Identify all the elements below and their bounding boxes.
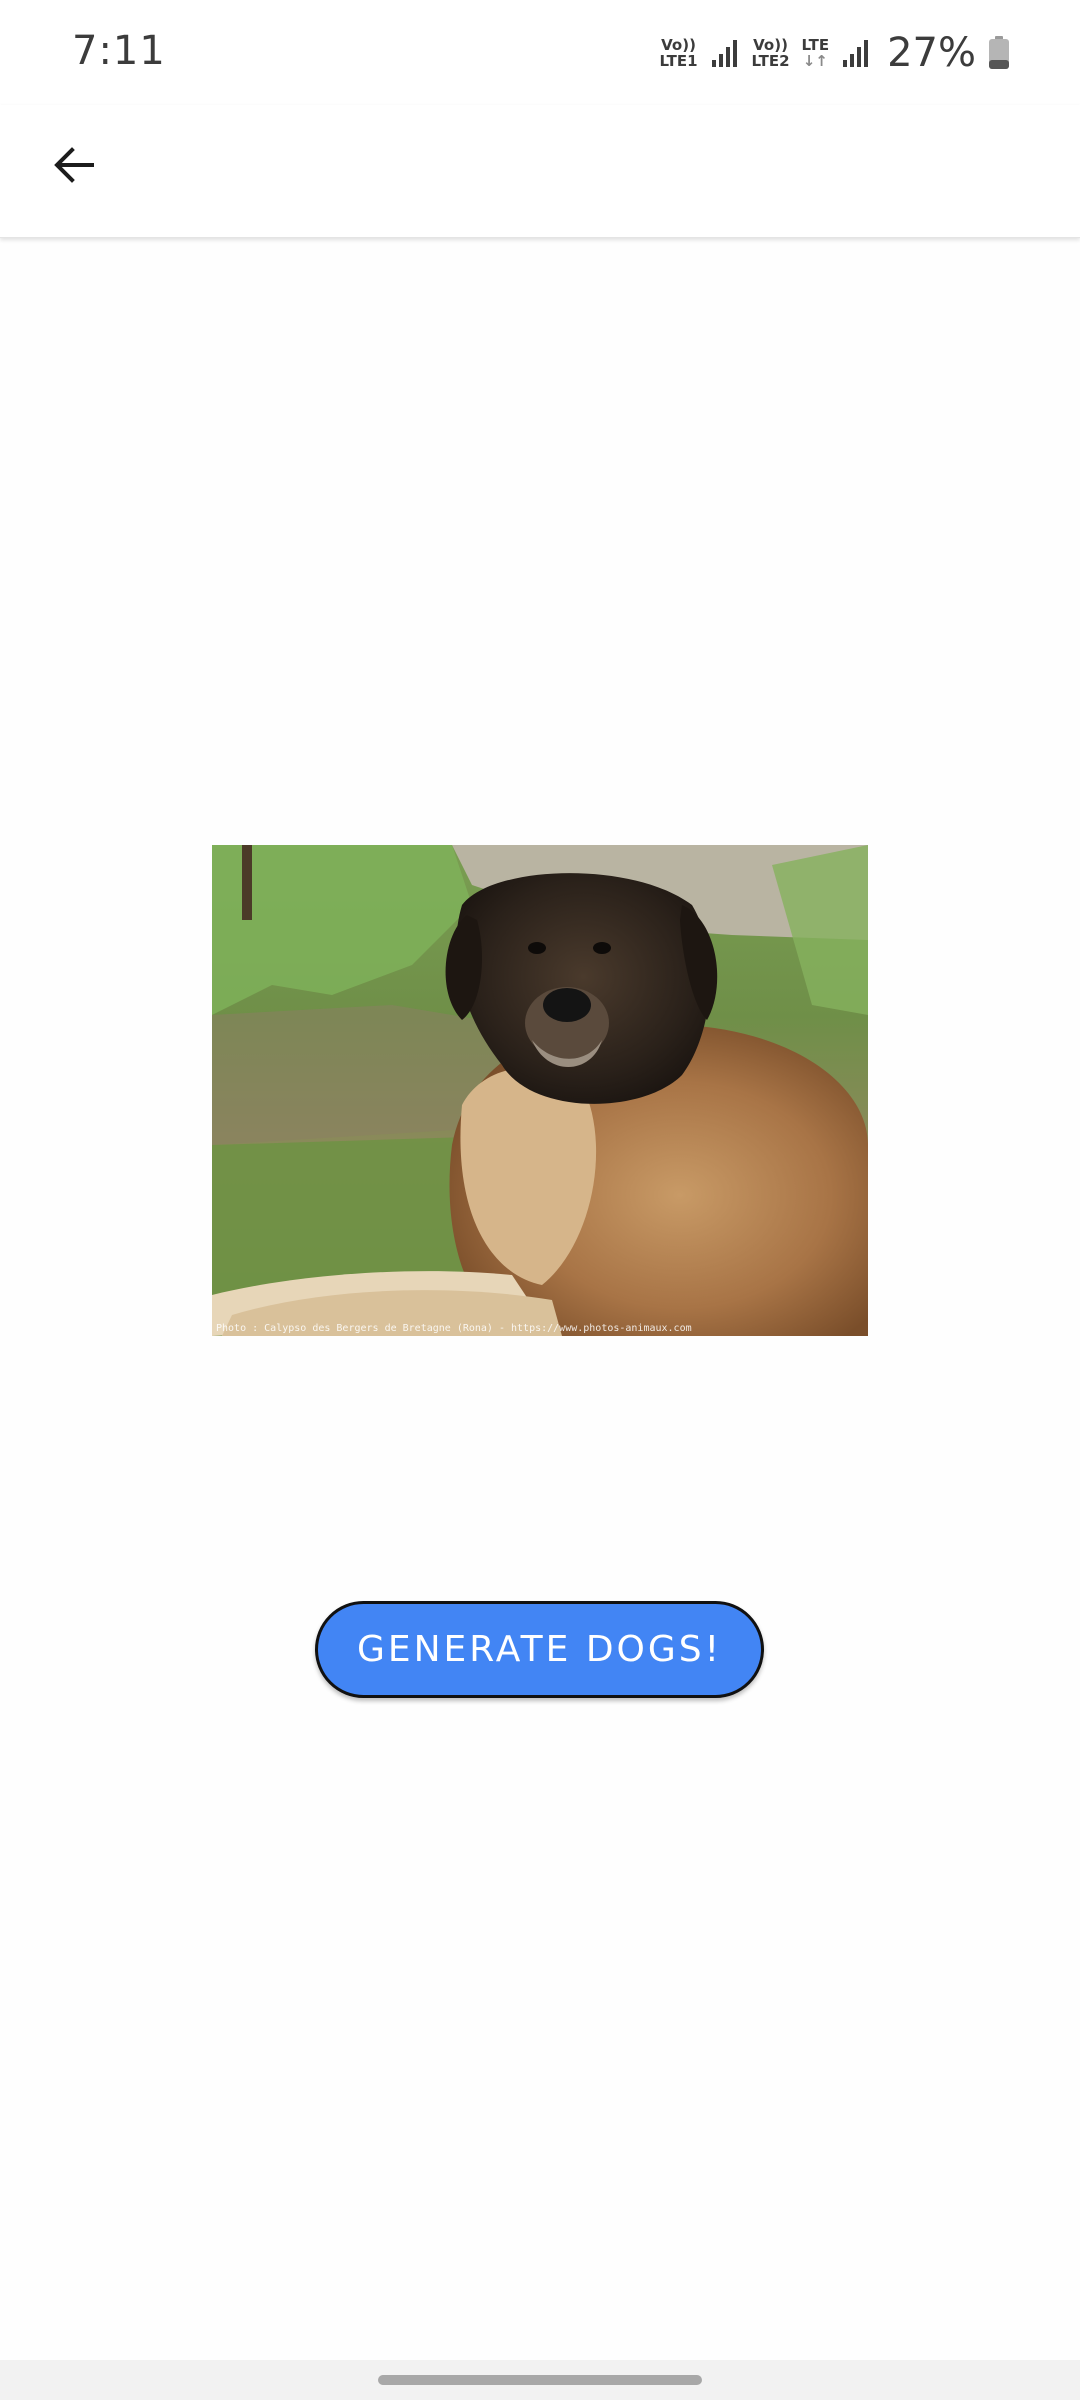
battery-icon bbox=[988, 36, 1010, 70]
status-indicators: Vo)) LTE1 Vo)) LTE2 LTE ↓↑ 27% bbox=[660, 30, 1010, 76]
lte-data-label: LTE ↓↑ bbox=[802, 37, 830, 69]
sim1-volte-bottom: LTE1 bbox=[659, 52, 698, 70]
sim1-volte-label: Vo)) LTE1 bbox=[660, 37, 698, 69]
status-time: 7:11 bbox=[72, 28, 166, 74]
status-bar: 7:11 Vo)) LTE1 Vo)) LTE2 LTE ↓↑ 27% bbox=[0, 0, 1080, 105]
dog-photo: Photo : Calypso des Bergers de Bretagne … bbox=[212, 845, 868, 1336]
sim2-volte-top: Vo)) bbox=[753, 36, 788, 54]
lte-data-top: LTE bbox=[801, 36, 830, 54]
sim1-volte-top: Vo)) bbox=[661, 36, 696, 54]
battery-percent: 27% bbox=[887, 30, 976, 76]
generate-dogs-button[interactable]: GENERATE DOGS! bbox=[315, 1601, 764, 1698]
photo-credit: Photo : Calypso des Bergers de Bretagne … bbox=[216, 1323, 692, 1334]
sim2-volte-bottom: LTE2 bbox=[751, 52, 790, 70]
navigation-bar bbox=[0, 2360, 1080, 2400]
home-gesture-handle[interactable] bbox=[378, 2375, 702, 2385]
signal-icon bbox=[710, 38, 740, 68]
back-button[interactable] bbox=[42, 135, 106, 199]
signal-icon bbox=[841, 38, 871, 68]
lte-data-bottom: ↓↑ bbox=[802, 52, 828, 70]
app-bar bbox=[0, 105, 1080, 238]
sim2-volte-label: Vo)) LTE2 bbox=[752, 37, 790, 69]
arrow-left-icon bbox=[50, 141, 98, 193]
screen: 7:11 Vo)) LTE1 Vo)) LTE2 LTE ↓↑ 27% Phot… bbox=[0, 0, 1080, 2400]
